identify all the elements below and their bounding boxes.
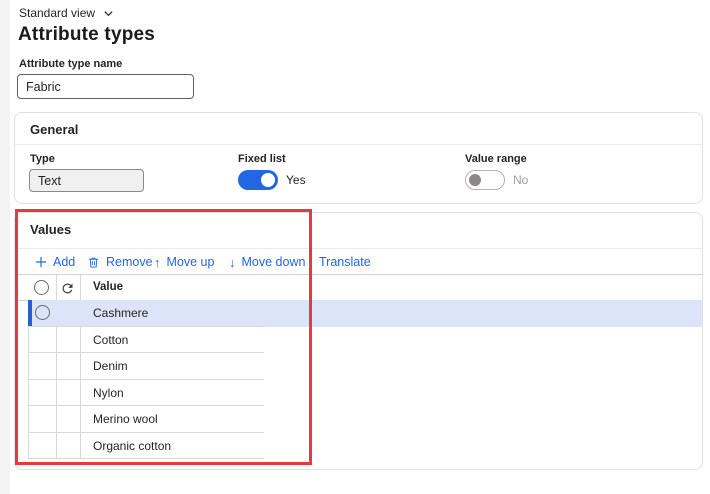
column-separator: [80, 275, 81, 300]
left-gutter: [0, 0, 10, 494]
view-selector[interactable]: Standard view: [19, 6, 114, 20]
row-divider: [28, 458, 264, 459]
remove-button[interactable]: Remove: [87, 255, 153, 269]
grid-row[interactable]: Cotton: [15, 327, 702, 354]
page-title: Attribute types: [18, 24, 155, 46]
grid-cell-value: Denim: [93, 353, 128, 379]
grid-cell-value: Organic cotton: [93, 433, 171, 459]
view-selector-label: Standard view: [19, 6, 95, 20]
row-divider: [28, 326, 264, 327]
move-down-button-label: Move down: [242, 255, 306, 269]
move-up-button-label: Move up: [167, 255, 215, 269]
add-button[interactable]: Add: [35, 255, 75, 269]
translate-button-label: Translate: [319, 255, 371, 269]
grid-header-row: Value: [15, 274, 702, 301]
value-column-header[interactable]: Value: [93, 275, 123, 300]
grid-cell-value: Cotton: [93, 327, 128, 353]
column-separator: [56, 275, 57, 300]
translate-button[interactable]: Translate: [319, 255, 371, 269]
grid-row[interactable]: Merino wool: [15, 406, 702, 433]
grid-cell-value: Merino wool: [93, 406, 158, 432]
remove-button-label: Remove: [106, 255, 153, 269]
grid-row[interactable]: Nylon: [15, 380, 702, 407]
toggle-knob: [261, 173, 275, 187]
grid-row[interactable]: Denim: [15, 353, 702, 380]
value-range-state: No: [513, 173, 528, 187]
general-section-title: General: [30, 122, 78, 137]
arrow-up-icon: ↑: [154, 256, 161, 269]
attribute-type-name-label: Attribute type name: [19, 58, 122, 70]
grid-cell-value: Nylon: [93, 380, 124, 406]
delete-icon: [87, 256, 100, 269]
general-section: General Type Fixed list Yes Value range …: [14, 112, 703, 204]
fixed-list-toggle[interactable]: [238, 170, 278, 190]
grid-row[interactable]: Organic cotton: [15, 433, 702, 460]
grid-cell-value: Cashmere: [93, 300, 148, 326]
add-icon: [35, 256, 47, 268]
general-section-divider: [15, 144, 702, 145]
move-down-button[interactable]: ↓ Move down: [229, 255, 305, 269]
select-all-radio[interactable]: [34, 280, 49, 295]
type-field-label: Type: [30, 153, 55, 165]
values-section-title: Values: [30, 222, 71, 237]
row-radio[interactable]: [35, 305, 50, 320]
values-section: Values Add Remove ↑ Move up ↓ Move down …: [14, 212, 703, 470]
selection-bar: [28, 300, 32, 327]
type-input: [29, 169, 144, 192]
values-section-divider: [15, 248, 702, 249]
sync-icon: [60, 281, 75, 296]
arrow-down-icon: ↓: [229, 256, 236, 269]
move-up-button[interactable]: ↑ Move up: [154, 255, 214, 269]
value-range-label: Value range: [465, 153, 527, 165]
add-button-label: Add: [53, 255, 75, 269]
value-range-toggle: [465, 170, 505, 190]
attribute-type-name-input[interactable]: [17, 74, 194, 99]
toggle-knob: [469, 174, 481, 186]
chevron-down-icon: [103, 8, 114, 19]
fixed-list-label: Fixed list: [238, 153, 286, 165]
grid-row-selected[interactable]: Cashmere: [15, 300, 702, 327]
fixed-list-state: Yes: [286, 173, 306, 187]
